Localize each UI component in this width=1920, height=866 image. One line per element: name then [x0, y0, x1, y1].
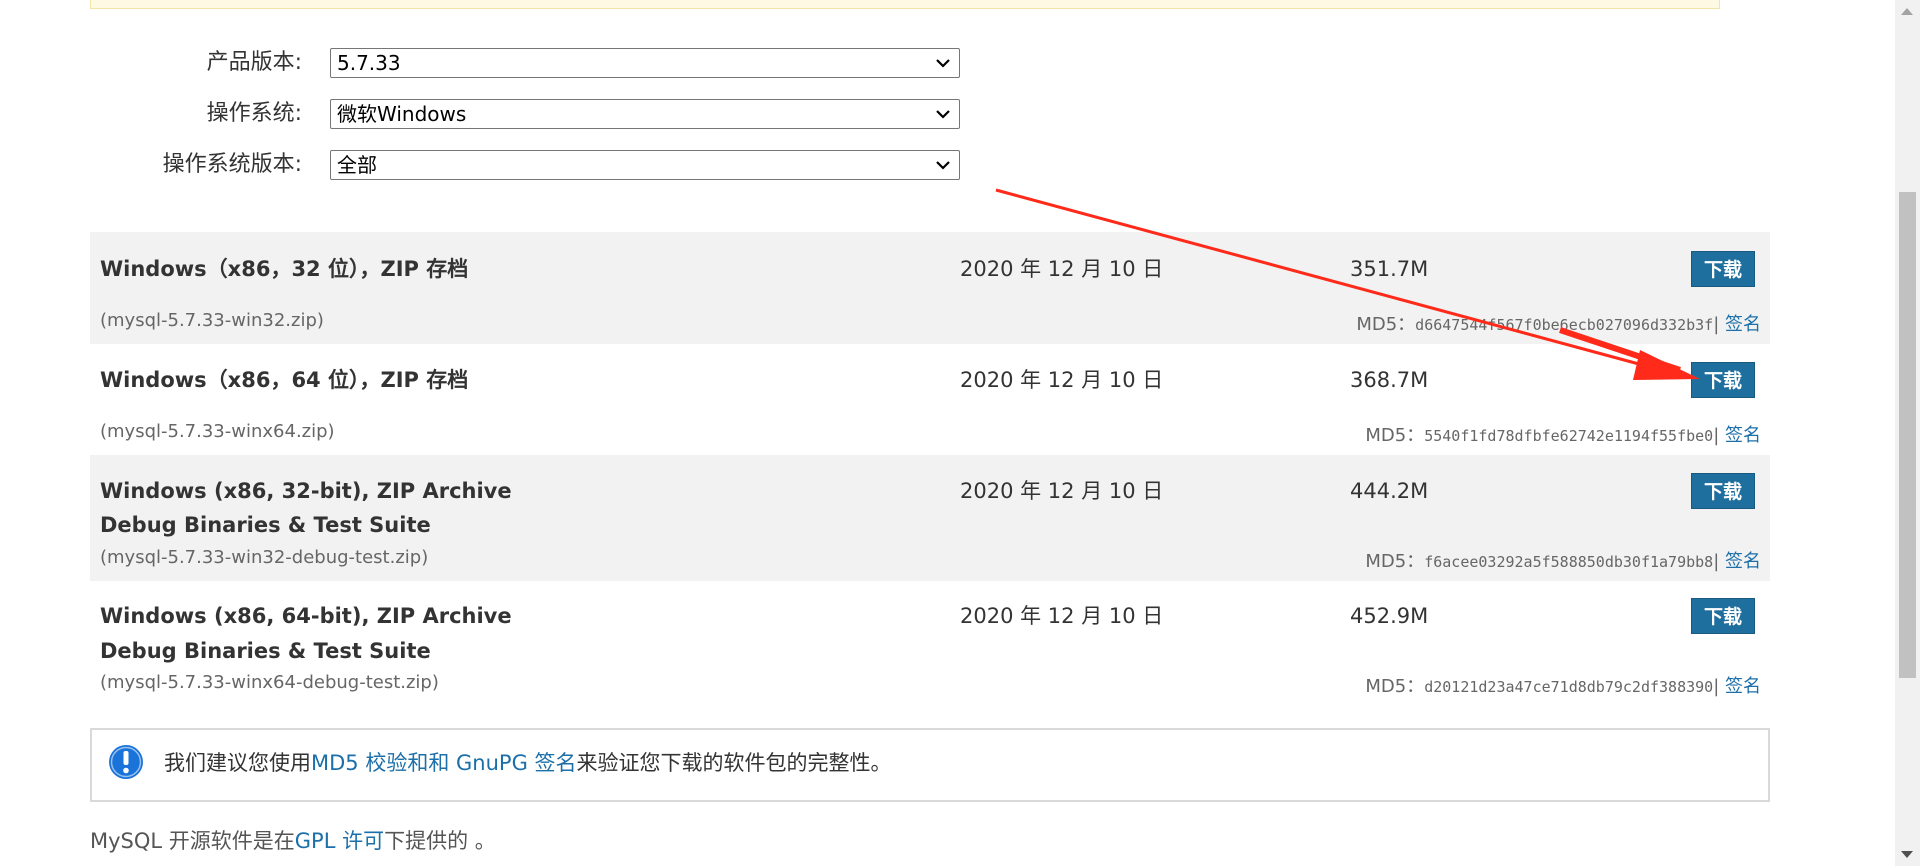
- md5-hash: d6647544f567f0be6ecb027096d332b3f: [1415, 316, 1714, 334]
- md5-hash: d20121d23a47ce71d8db79c2df388390: [1424, 678, 1714, 696]
- signature-link[interactable]: 签名: [1725, 676, 1761, 697]
- table-row: Windows（x86，32 位），ZIP 存档 2020 年 12 月 10 …: [90, 232, 1770, 344]
- info-suffix: 来验证您下载的软件包的完整性。: [576, 751, 892, 775]
- download-title: Windows (x86, 32-bit), ZIP Archive: [100, 479, 512, 503]
- download-title: Windows (x86, 64-bit), ZIP Archive: [100, 604, 512, 628]
- md5-label: MD5：: [1365, 551, 1425, 572]
- gnupg-signature-link[interactable]: GnuPG 签名: [456, 751, 577, 775]
- downloads-table: Windows（x86，32 位），ZIP 存档 2020 年 12 月 10 …: [90, 232, 1770, 705]
- mysql-download-page: 产品版本: 5.7.33 操作系统: 微软Windows 操作系统版本: 全部: [0, 0, 1920, 866]
- download-size: 368.7M: [1350, 368, 1429, 392]
- md5-hash: f6acee03292a5f588850db30f1a79bb8: [1424, 553, 1714, 571]
- info-and-text: 和: [428, 751, 457, 775]
- md5-label: MD5：: [1365, 425, 1425, 446]
- integrity-info-text: 我们建议您使用MD5 校验和和 GnuPG 签名来验证您下载的软件包的完整性。: [164, 730, 892, 796]
- download-filename: (mysql-5.7.33-winx64.zip): [100, 421, 335, 442]
- download-md5: MD5：f6acee03292a5f588850db30f1a79bb8| 签名: [1365, 547, 1761, 573]
- selector-os: 操作系统: 微软Windows: [0, 99, 980, 129]
- download-filename: (mysql-5.7.33-winx64-debug-test.zip): [100, 672, 439, 693]
- download-button[interactable]: 下载: [1691, 362, 1755, 398]
- info-exclamation-icon: [109, 745, 143, 779]
- table-row: Windows (x86, 32-bit), ZIP Archive Debug…: [90, 455, 1770, 581]
- md5-separator: |: [1713, 314, 1720, 335]
- scroll-down-arrow-icon[interactable]: [1901, 851, 1913, 858]
- download-button[interactable]: 下载: [1691, 251, 1755, 287]
- download-md5: MD5：d20121d23a47ce71d8db79c2df388390| 签名: [1365, 672, 1761, 698]
- product-version-label: 产品版本:: [206, 50, 302, 75]
- md5-label: MD5：: [1356, 314, 1416, 335]
- download-title: Windows（x86，32 位），ZIP 存档: [100, 257, 469, 281]
- md5-separator: |: [1713, 425, 1720, 446]
- selector-os-version: 操作系统版本: 全部: [0, 150, 980, 180]
- info-prefix: 我们建议您使用: [164, 751, 311, 775]
- download-size: 444.2M: [1350, 479, 1429, 503]
- chevron-down-icon: [936, 59, 950, 68]
- product-version-value: 5.7.33: [337, 51, 401, 75]
- signature-link[interactable]: 签名: [1725, 314, 1761, 335]
- product-version-select[interactable]: 5.7.33: [330, 48, 960, 78]
- download-date: 2020 年 12 月 10 日: [960, 479, 1164, 503]
- footer-prefix: MySQL 开源软件是在: [90, 829, 295, 853]
- os-version-label: 操作系统版本:: [162, 152, 302, 177]
- md5-checksum-link[interactable]: MD5 校验和: [311, 751, 428, 775]
- table-row: Windows (x86, 64-bit), ZIP Archive Debug…: [90, 581, 1770, 705]
- vertical-scrollbar[interactable]: [1895, 0, 1920, 866]
- download-date: 2020 年 12 月 10 日: [960, 257, 1164, 281]
- md5-separator: |: [1713, 551, 1720, 572]
- gpl-license-link[interactable]: GPL 许可: [295, 829, 384, 853]
- footer-suffix: 下提供的 。: [384, 829, 496, 853]
- download-filename: (mysql-5.7.33-win32.zip): [100, 310, 324, 331]
- md5-label: MD5：: [1365, 676, 1425, 697]
- scroll-thumb[interactable]: [1899, 192, 1916, 678]
- download-md5: MD5：5540f1fd78dfbfe62742e1194f55fbe0| 签名: [1365, 421, 1761, 447]
- license-footer: MySQL 开源软件是在GPL 许可下提供的 。: [90, 825, 496, 855]
- os-version-select[interactable]: 全部: [330, 150, 960, 180]
- scroll-up-arrow-icon[interactable]: [1901, 8, 1913, 15]
- download-md5: MD5：d6647544f567f0be6ecb027096d332b3f| 签…: [1356, 310, 1761, 336]
- integrity-info-box: 我们建议您使用MD5 校验和和 GnuPG 签名来验证您下载的软件包的完整性。: [90, 728, 1770, 802]
- md5-hash: 5540f1fd78dfbfe62742e1194f55fbe0: [1424, 427, 1714, 445]
- download-button[interactable]: 下载: [1691, 473, 1755, 509]
- chevron-down-icon: [936, 110, 950, 119]
- signature-link[interactable]: 签名: [1725, 551, 1761, 572]
- table-row: Windows（x86，64 位），ZIP 存档 2020 年 12 月 10 …: [90, 344, 1770, 455]
- download-filename: (mysql-5.7.33-win32-debug-test.zip): [100, 547, 429, 568]
- download-button[interactable]: 下载: [1691, 598, 1755, 634]
- os-select[interactable]: 微软Windows: [330, 99, 960, 129]
- download-date: 2020 年 12 月 10 日: [960, 368, 1164, 392]
- os-version-value: 全部: [337, 153, 377, 177]
- signature-link[interactable]: 签名: [1725, 425, 1761, 446]
- download-size: 351.7M: [1350, 257, 1429, 281]
- download-date: 2020 年 12 月 10 日: [960, 604, 1164, 628]
- download-subtitle: Debug Binaries & Test Suite: [100, 639, 431, 663]
- os-value: 微软Windows: [337, 102, 467, 126]
- notice-box: [90, 0, 1720, 9]
- os-label: 操作系统:: [206, 101, 302, 126]
- download-subtitle: Debug Binaries & Test Suite: [100, 513, 431, 537]
- download-title: Windows（x86，64 位），ZIP 存档: [100, 368, 469, 392]
- chevron-down-icon: [936, 161, 950, 170]
- download-size: 452.9M: [1350, 604, 1429, 628]
- selector-product-version: 产品版本: 5.7.33: [0, 48, 980, 78]
- md5-separator: |: [1713, 676, 1720, 697]
